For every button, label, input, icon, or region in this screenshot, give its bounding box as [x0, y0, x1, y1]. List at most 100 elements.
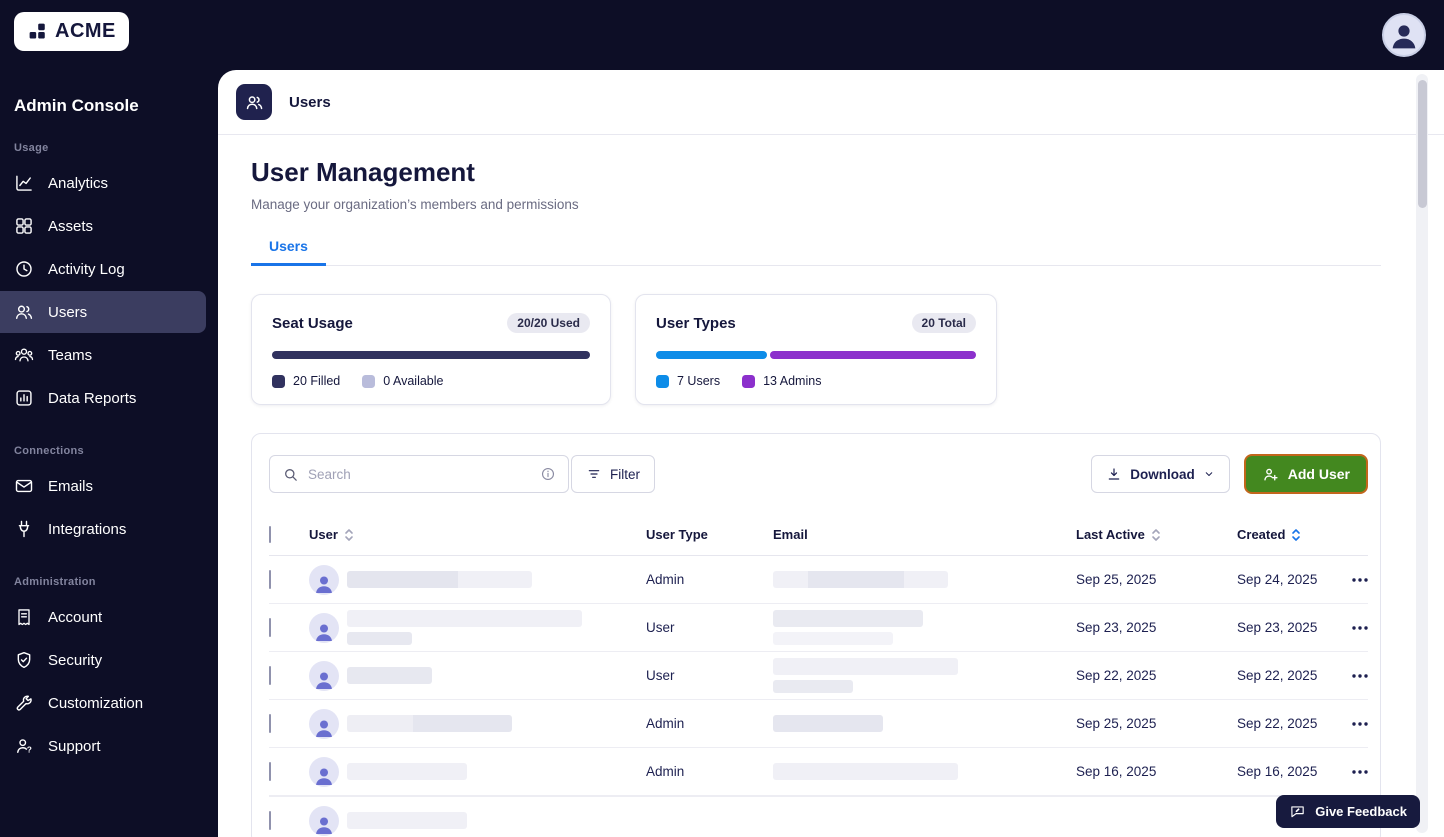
row-checkbox[interactable] — [269, 810, 271, 830]
section-label-connections: Connections — [14, 445, 84, 457]
info-icon[interactable] — [540, 466, 556, 482]
column-header-created[interactable]: Created — [1237, 527, 1348, 542]
legend-users: 7 Users — [656, 374, 720, 388]
tab-users[interactable]: Users — [251, 238, 326, 266]
download-button[interactable]: Download — [1091, 455, 1230, 493]
user-avatar-icon — [309, 756, 339, 787]
sort-icon — [1151, 528, 1161, 542]
table-row: Admin Sep 25, 2025 Sep 24, 2025 — [269, 556, 1368, 604]
user-type-cell: Admin — [646, 716, 685, 731]
table-row-partial — [269, 796, 1368, 837]
legend-filled: 20 Filled — [272, 374, 340, 388]
legend-label: 13 Admins — [763, 374, 822, 388]
column-header-email[interactable]: Email — [773, 527, 1076, 542]
user-avatar-icon — [309, 805, 339, 836]
sidebar-item-activity-log[interactable]: Activity Log — [0, 248, 206, 290]
chart-line-icon — [14, 173, 34, 193]
last-active-cell: Sep 25, 2025 — [1076, 572, 1157, 587]
redacted-name — [347, 715, 512, 732]
user-type-cell: Admin — [646, 764, 685, 779]
sidebar-item-emails[interactable]: Emails — [0, 465, 206, 507]
brand-logo: ACME — [14, 12, 129, 51]
column-header-user[interactable]: User — [309, 527, 646, 542]
add-user-button[interactable]: Add User — [1243, 454, 1368, 494]
sidebar-item-label: Support — [48, 737, 101, 755]
sidebar-item-label: Integrations — [48, 520, 127, 538]
row-checkbox[interactable] — [269, 617, 271, 637]
legend-swatch-filled — [272, 374, 285, 388]
row-checkbox[interactable] — [269, 713, 271, 733]
sidebar-item-account[interactable]: Account — [0, 596, 206, 638]
row-actions-button[interactable] — [1348, 660, 1372, 692]
sidebar-item-integrations[interactable]: Integrations — [0, 508, 206, 550]
sidebar-item-label: Account — [48, 608, 103, 626]
legend-label: 7 Users — [677, 374, 721, 388]
table-row: Admin Sep 25, 2025 Sep 22, 2025 — [269, 700, 1368, 748]
sidebar-item-analytics[interactable]: Analytics — [0, 162, 206, 204]
created-cell: Sep 24, 2025 — [1237, 572, 1318, 587]
sidebar-item-users[interactable]: Users — [0, 291, 206, 333]
redacted-name — [347, 763, 467, 780]
table-row: User Sep 23, 2025 Sep 23, 2025 — [269, 604, 1368, 652]
user-types-card: User Types 20 Total 7 Users 13 Admins — [635, 294, 997, 405]
row-actions-button[interactable] — [1348, 756, 1372, 788]
column-header-last-active[interactable]: Last Active — [1076, 527, 1237, 542]
search-input[interactable] — [308, 466, 531, 482]
row-checkbox[interactable] — [269, 665, 271, 685]
mail-icon — [14, 476, 34, 496]
created-cell: Sep 22, 2025 — [1237, 716, 1318, 731]
redacted-email — [773, 571, 948, 588]
legend-swatch-available — [362, 374, 376, 388]
sidebar-item-label: Security — [48, 651, 103, 669]
search-box — [269, 455, 569, 493]
section-label-administration: Administration — [14, 576, 96, 588]
user-avatar-icon — [309, 564, 339, 595]
main-panel: Users User Management Manage your organi… — [218, 70, 1444, 837]
redacted-email-line2 — [773, 680, 853, 693]
seat-usage-bar — [272, 351, 590, 359]
legend-swatch-users — [656, 374, 669, 388]
column-header-user-type[interactable]: User Type — [646, 527, 773, 542]
filter-label: Filter — [610, 466, 640, 482]
sidebar-item-teams[interactable]: Teams — [0, 334, 206, 376]
row-actions-button[interactable] — [1348, 612, 1372, 644]
redacted-name-line2 — [347, 632, 412, 645]
sidebar-item-support[interactable]: ? Support — [0, 725, 206, 767]
card-title: Seat Usage — [272, 314, 353, 332]
sidebar-item-assets[interactable]: Assets — [0, 205, 206, 247]
account-avatar[interactable] — [1382, 13, 1426, 57]
row-actions-button[interactable] — [1348, 564, 1372, 596]
created-cell: Sep 22, 2025 — [1237, 668, 1318, 683]
redacted-email-line2 — [773, 632, 893, 645]
seat-filled-segment — [272, 351, 590, 359]
user-avatar-icon — [309, 660, 339, 691]
row-actions-button[interactable] — [1348, 708, 1372, 740]
sidebar-item-label: Emails — [48, 477, 94, 495]
give-feedback-button[interactable]: Give Feedback — [1276, 795, 1420, 828]
feedback-bubble-icon — [1289, 803, 1306, 820]
select-all-checkbox[interactable] — [269, 526, 271, 543]
report-box-icon — [14, 388, 34, 408]
section-label-usage: Usage — [14, 142, 49, 154]
sidebar-item-label: Assets — [48, 217, 94, 235]
legend-label: 20 Filled — [293, 374, 341, 388]
sidebar-item-security[interactable]: Security — [0, 639, 206, 681]
tab-bar: Users — [251, 238, 1381, 266]
scrollbar-thumb[interactable] — [1417, 80, 1427, 208]
user-plus-icon — [1262, 466, 1279, 483]
row-checkbox[interactable] — [269, 761, 271, 781]
user-type-cell: User — [646, 620, 675, 635]
acme-logo-icon — [27, 21, 48, 42]
row-checkbox[interactable] — [269, 569, 271, 589]
sidebar-item-data-reports[interactable]: Data Reports — [0, 377, 206, 419]
breadcrumb: Users — [289, 93, 331, 111]
support-person-icon: ? — [14, 736, 34, 756]
vertical-scrollbar[interactable] — [1416, 74, 1428, 833]
sidebar-item-customization[interactable]: Customization — [0, 682, 206, 724]
filter-button[interactable]: Filter — [571, 455, 655, 493]
redacted-email — [773, 763, 958, 780]
users-segment — [656, 351, 767, 359]
search-icon — [282, 466, 299, 483]
grid-icon — [14, 216, 34, 236]
sidebar: ACME Admin Console Usage Analytics Asset… — [0, 0, 218, 837]
